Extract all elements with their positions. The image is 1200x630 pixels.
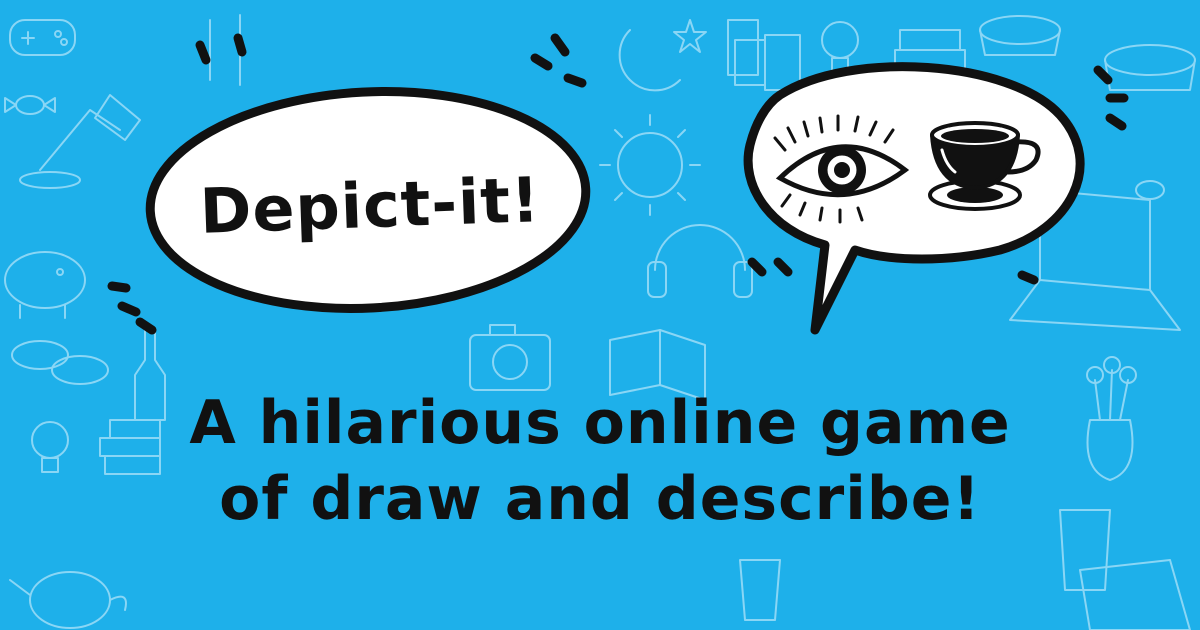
tagline: A hilarious online game of draw and desc…: [0, 385, 1200, 537]
emoji-bubble: [743, 62, 1085, 335]
tagline-line-2: of draw and describe!: [219, 464, 981, 534]
game-title: Depict-it!: [198, 162, 542, 248]
tagline-line-1: A hilarious online game: [189, 388, 1011, 458]
hero-banner: Depict-it! A hilarious online game of dr…: [0, 0, 1200, 630]
